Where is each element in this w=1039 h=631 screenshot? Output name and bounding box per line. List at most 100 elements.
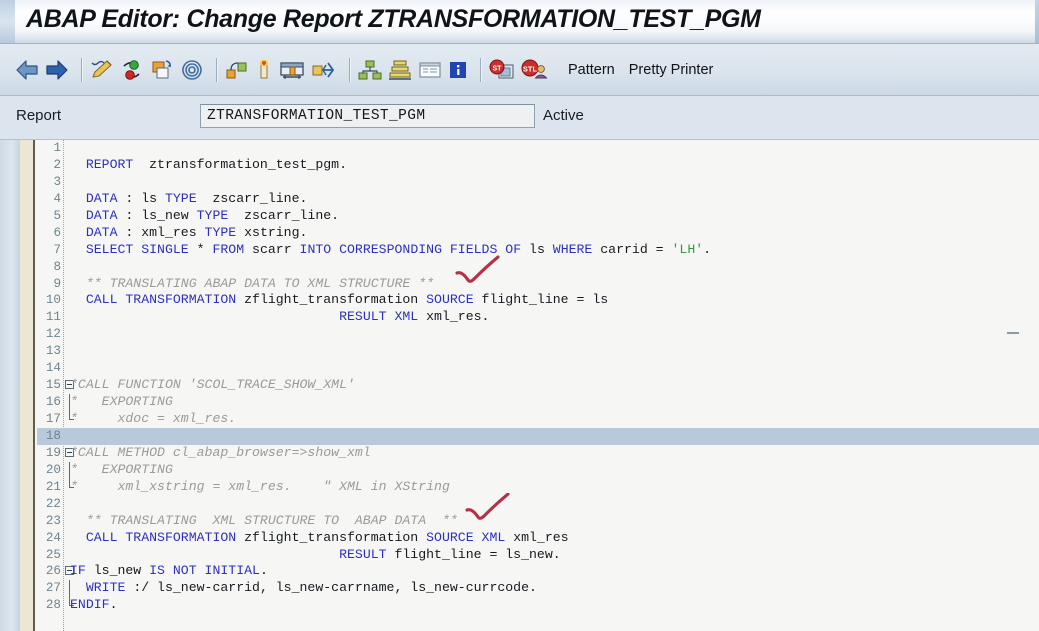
main-toolbar: ST STL Pattern Pretty Printer [0, 44, 1039, 96]
code-line[interactable]: 25 RESULT flight_line = ls_new. [37, 547, 1039, 564]
code-line[interactable]: 16 * EXPORTING [37, 394, 1039, 411]
abap-dictionary-icon[interactable]: ST [488, 58, 516, 82]
code-lines-container[interactable]: 1 2 REPORT ztransformation_test_pgm. 3 4 DA… [37, 140, 1039, 631]
code-text: CALL TRANSFORMATION zflight_transformati… [85, 292, 609, 308]
report-name-input[interactable] [200, 104, 535, 128]
line-number: 4 [53, 191, 61, 206]
code-line[interactable]: 10 CALL TRANSFORMATION zflight_transform… [37, 292, 1039, 309]
code-line[interactable]: 17 * xdoc = xml_res. [37, 411, 1039, 428]
toolbar-separator [216, 57, 217, 82]
code-text: DATA : ls TYPE zscarr_line. [85, 190, 308, 206]
code-line[interactable]: 12 [37, 326, 1039, 343]
code-line[interactable]: 1 [37, 140, 1039, 157]
activate-icon[interactable] [119, 58, 145, 82]
code-line[interactable]: 8 [37, 259, 1039, 276]
code-line[interactable]: 6 DATA : xml_res TYPE xstring. [37, 225, 1039, 242]
code-line-list[interactable]: 1 2 REPORT ztransformation_test_pgm. 3 4 DA… [37, 140, 1039, 614]
report-bar: Report Active [0, 96, 1039, 140]
navigate-icon[interactable] [310, 58, 338, 82]
code-line[interactable]: 4 DATA : ls TYPE zscarr_line. [37, 191, 1039, 208]
code-line[interactable]: 27 WRITE :/ ls_new-carrid, ls_new-carrna… [37, 580, 1039, 598]
abap-user-icon[interactable]: STL [520, 58, 548, 82]
code-editor[interactable]: 1 2 REPORT ztransformation_test_pgm. 3 4 DA… [0, 140, 1039, 631]
code-line[interactable]: 13 [37, 343, 1039, 360]
code-line[interactable]: 7 SELECT SINGLE * FROM scarr INTO CORRES… [37, 242, 1039, 259]
window-title-bar: ABAP Editor: Change Report ZTRANSFORMATI… [0, 0, 1039, 44]
where-used-list-icon[interactable] [179, 58, 205, 82]
code-line[interactable]: 15 *CALL FUNCTION 'SCOL_TRACE_SHOW_XML' [37, 377, 1039, 394]
code-text: * xml_xstring = xml_res. " XML in XStrin… [70, 478, 450, 494]
line-number: 5 [53, 208, 61, 223]
line-number: 18 [45, 428, 61, 443]
code-line[interactable]: 22 [37, 496, 1039, 513]
line-number: 17 [45, 412, 61, 426]
line-number: 22 [45, 496, 61, 511]
line-number: 12 [45, 327, 61, 342]
check-syntax-pencil-icon[interactable] [89, 58, 115, 82]
code-text: RESULT XML xml_res. [339, 309, 490, 325]
code-line[interactable]: 2 REPORT ztransformation_test_pgm. [37, 157, 1039, 174]
code-line[interactable]: 24 CALL TRANSFORMATION zflight_transform… [37, 530, 1039, 547]
display-object-list-icon[interactable] [224, 58, 250, 82]
debugging-icon[interactable] [278, 58, 306, 82]
line-number: 2 [53, 157, 61, 172]
line-number: 9 [53, 276, 61, 291]
code-line[interactable]: 23 ** TRANSLATING XML STRUCTURE TO ABAP … [37, 513, 1039, 530]
code-line[interactable]: 9 ** TRANSLATING ABAP DATA TO XML STRUCT… [37, 276, 1039, 293]
code-text: WRITE :/ ls_new-carrid, ls_new-carrname,… [85, 580, 537, 596]
line-number: 25 [45, 547, 61, 562]
line-number: 11 [45, 310, 61, 325]
list-view-icon[interactable] [417, 58, 443, 82]
line-number: 14 [45, 361, 61, 376]
code-text: ENDIF. [70, 597, 118, 613]
code-text: *CALL METHOD cl_abap_browser=>show_xml [70, 444, 371, 460]
svg-text:STL: STL [523, 64, 538, 73]
editor-left-margin [0, 140, 20, 631]
line-number: 21 [45, 479, 61, 494]
line-number: 27 [45, 581, 61, 596]
code-line[interactable]: 14 [37, 360, 1039, 377]
code-text: * EXPORTING [70, 394, 173, 410]
code-line[interactable]: 3 [37, 174, 1039, 191]
code-text: DATA : xml_res TYPE xstring. [85, 224, 308, 240]
copy-object-icon[interactable] [149, 58, 175, 82]
code-line[interactable]: 5 DATA : ls_new TYPE zscarr_line. [37, 208, 1039, 225]
line-number: 8 [53, 259, 61, 274]
line-number: 20 [45, 462, 61, 477]
line-number: 26 [45, 564, 61, 579]
code-line[interactable]: 19 *CALL METHOD cl_abap_browser=>show_xml [37, 445, 1039, 462]
toolbar-separator [480, 57, 481, 82]
line-number: 23 [45, 513, 61, 528]
code-text: *CALL FUNCTION 'SCOL_TRACE_SHOW_XML' [70, 377, 355, 393]
line-number: 6 [53, 225, 61, 240]
editor-bookmark-strip[interactable] [20, 140, 35, 631]
forward-arrow-icon[interactable] [44, 58, 70, 82]
stray-dash-mark [1007, 332, 1019, 335]
code-text: ** TRANSLATING XML STRUCTURE TO ABAP DAT… [70, 512, 458, 528]
code-line[interactable]: 20 * EXPORTING [37, 461, 1039, 479]
back-arrow-icon[interactable] [14, 58, 40, 82]
object-hierarchy-icon[interactable] [357, 58, 383, 82]
pattern-button[interactable]: Pattern [568, 62, 615, 78]
svg-text:ST: ST [493, 65, 503, 72]
pretty-printer-button[interactable]: Pretty Printer [629, 62, 714, 78]
code-line[interactable]: 11 RESULT XML xml_res. [37, 309, 1039, 326]
code-line[interactable]: 26 IF ls_new IS NOT INITIAL. [37, 563, 1039, 580]
line-number: 28 [45, 598, 61, 613]
abap-editor-window: ABAP Editor: Change Report ZTRANSFORMATI… [0, 0, 1039, 631]
code-text: * EXPORTING [70, 461, 173, 477]
code-line[interactable]: 28 ENDIF. [37, 597, 1039, 614]
code-text: IF ls_new IS NOT INITIAL. [70, 563, 268, 579]
page-title: ABAP Editor: Change Report ZTRANSFORMATI… [26, 5, 761, 33]
breakpoint-icon[interactable] [254, 58, 274, 82]
status-badge: Active [543, 107, 584, 124]
stack-layers-icon[interactable] [387, 58, 413, 82]
line-number: 19 [45, 445, 61, 460]
code-text: SELECT SINGLE * FROM scarr INTO CORRESPO… [85, 241, 712, 257]
information-icon[interactable] [447, 58, 469, 82]
toolbar-separator [349, 57, 350, 82]
line-number: 7 [53, 242, 61, 257]
code-line[interactable]: 18 [37, 427, 1039, 445]
code-line[interactable]: 21 * xml_xstring = xml_res. " XML in XStr… [37, 478, 1039, 496]
line-number: 1 [53, 141, 61, 155]
